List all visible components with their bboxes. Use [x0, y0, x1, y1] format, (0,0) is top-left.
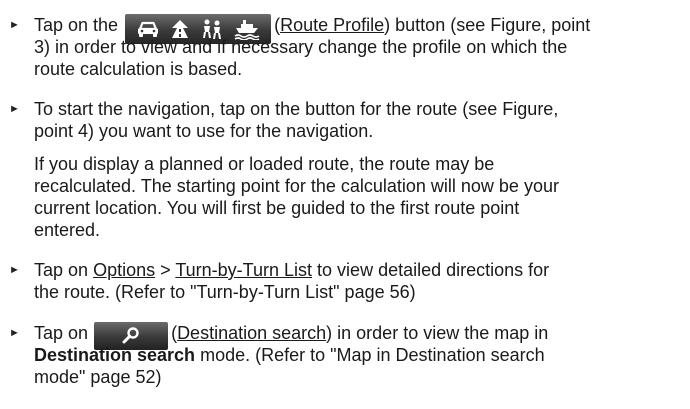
item4-line2: Destination search mode. (Refer to "Map … [34, 344, 545, 366]
bullet-marker: ► [9, 264, 20, 276]
item2-note-line2: recalculated. The starting point for the… [34, 176, 559, 196]
item4-line1-rest: in order to view the map in [337, 323, 549, 343]
item2-note-line1: If you display a planned or loaded route… [34, 154, 495, 174]
item4-line2-rest: mode. (Refer to "Map in Destination sear… [200, 345, 545, 365]
destination-search-link[interactable]: Destination search [177, 323, 326, 343]
item2-line1: To start the navigation, tap on the butt… [34, 99, 559, 119]
bullet-marker: ► [9, 103, 20, 115]
options-link[interactable]: Options [93, 260, 155, 280]
item4-line3: mode" page 52) [34, 367, 162, 387]
turn-by-turn-list-link[interactable]: Turn-by-Turn List [175, 260, 312, 280]
item2-note-line4: entered. [34, 220, 101, 240]
destination-search-mode-label: Destination search [34, 345, 196, 365]
search-icon [122, 327, 139, 344]
bullet-marker: ► [9, 19, 20, 31]
item1-line2: 3) in order to view and if necessary cha… [34, 37, 568, 57]
item1-line3: route calculation is based. [34, 59, 243, 79]
item2-note-line3: current location. You will first be guid… [34, 198, 520, 218]
item4-lead-text: Tap on [34, 323, 89, 343]
item2-line2: point 4) you want to use for the navigat… [34, 121, 374, 141]
item3-lead-text: Tap on [34, 260, 89, 280]
item3-line1-rest: to view detailed directions for [317, 260, 550, 280]
item3-line1: Tap on Options > Turn-by-Turn List to vi… [34, 259, 549, 281]
item1-line1-rest: button (see Figure, point [395, 15, 591, 35]
route-profile-link[interactable]: Route Profile [280, 15, 384, 35]
bullet-marker: ► [9, 327, 20, 339]
item3-line2: the route. (Refer to "Turn-by-Turn List"… [34, 282, 416, 302]
item1-lead-text: Tap on the [34, 15, 119, 35]
menu-separator: > [160, 260, 171, 280]
